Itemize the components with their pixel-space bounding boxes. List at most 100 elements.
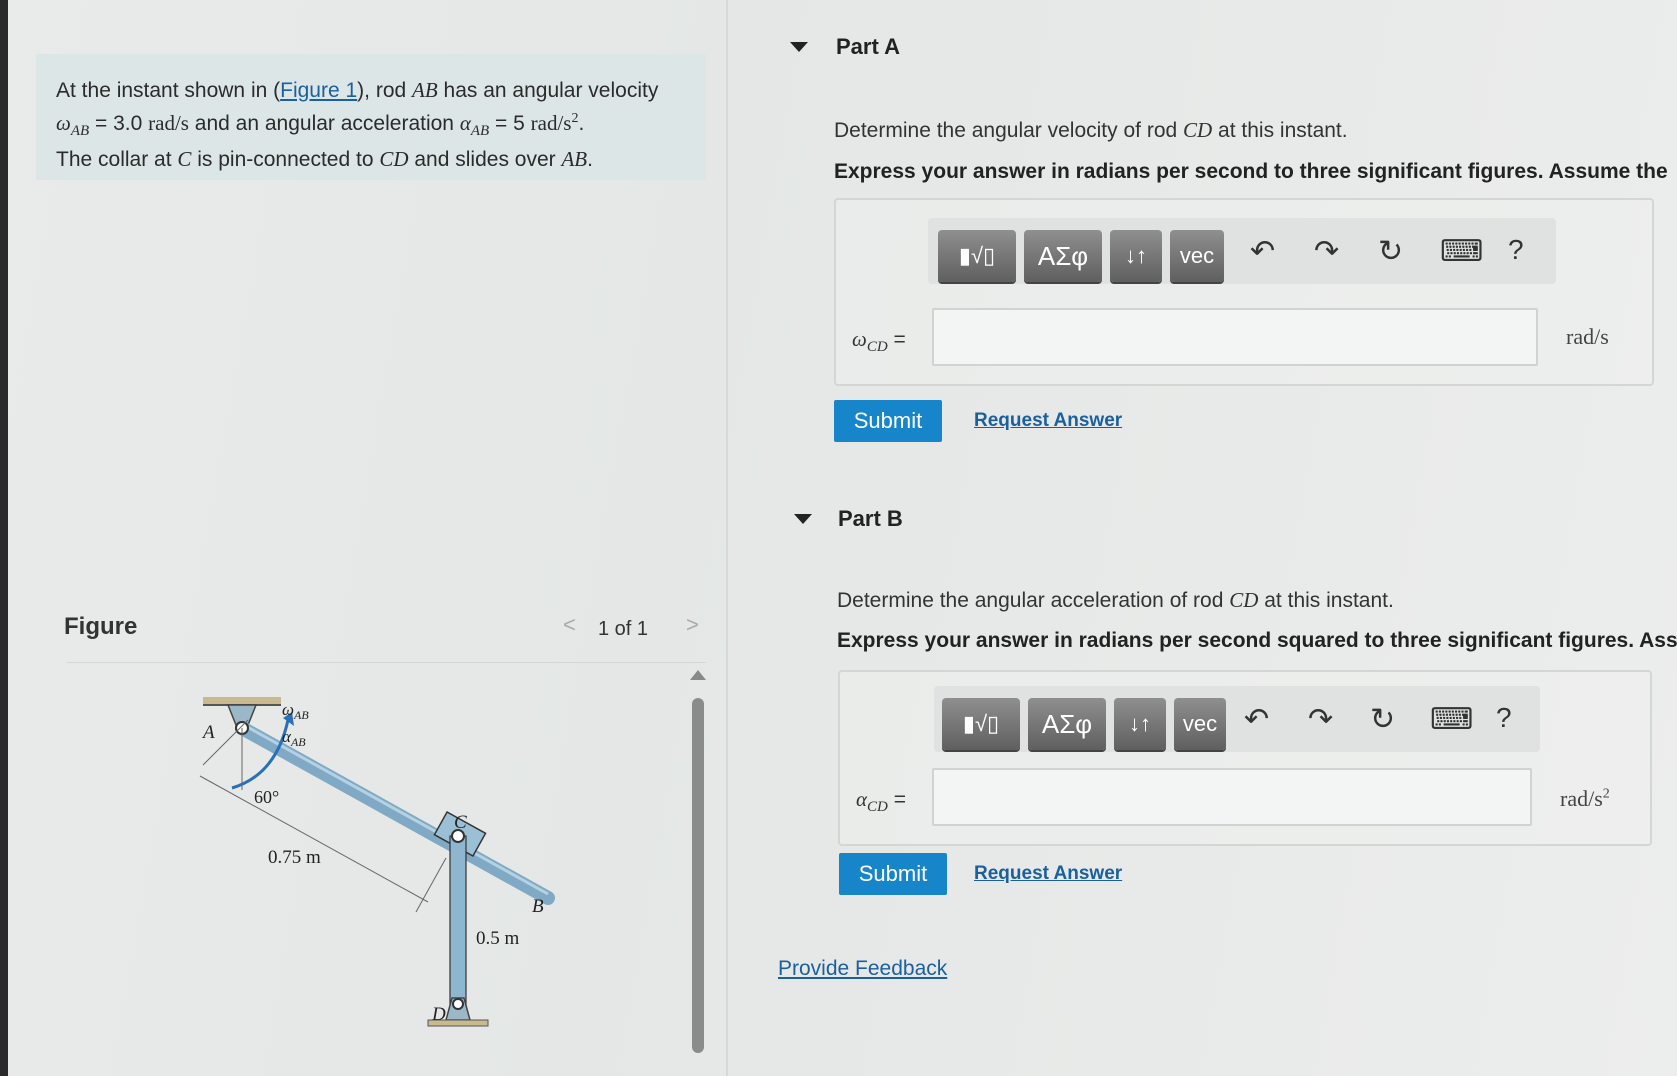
part-a-collapse-caret[interactable] bbox=[790, 42, 808, 52]
keyboard-icon[interactable]: ⌨ bbox=[1430, 702, 1473, 737]
problem-text: and an angular acceleration bbox=[188, 112, 460, 135]
help-icon[interactable]: ? bbox=[1508, 234, 1524, 266]
problem-text: At the instant shown in ( bbox=[56, 79, 281, 102]
sort-button[interactable]: ↓↑ bbox=[1114, 698, 1166, 750]
alpha-value: = 5 bbox=[489, 112, 531, 135]
undo-icon[interactable]: ↶ bbox=[1244, 702, 1269, 737]
omega-unit: rad/s bbox=[148, 111, 189, 135]
label-length-ab: 0.75 m bbox=[268, 847, 321, 868]
problem-text: is pin-connected to bbox=[191, 148, 380, 172]
equals-sign: = bbox=[887, 788, 906, 811]
part-a-answer-input[interactable] bbox=[932, 308, 1538, 366]
c-symbol: C bbox=[177, 147, 192, 172]
problem-text: ), rod bbox=[357, 79, 413, 102]
ceiling-support bbox=[203, 697, 281, 705]
reset-icon[interactable]: ↻ bbox=[1370, 702, 1395, 737]
part-a-submit-button[interactable]: Submit bbox=[834, 400, 942, 442]
part-a-instruction: Express your answer in radians per secon… bbox=[834, 160, 1668, 183]
problem-statement: At the instant shown in (Figure 1), rod … bbox=[36, 54, 706, 180]
vector-button[interactable]: vec bbox=[1170, 230, 1224, 282]
svg-text:αAB: αAB bbox=[282, 727, 306, 749]
part-b-submit-button[interactable]: Submit bbox=[839, 853, 947, 895]
figure-divider bbox=[66, 662, 706, 663]
svg-text:ωAB: ωAB bbox=[282, 700, 309, 722]
alpha-cd-subscript: CD bbox=[867, 799, 888, 816]
pane-divider bbox=[726, 0, 728, 1076]
part-b-answer-box: ▮√▯ ΑΣφ ↓↑ vec ↶ ↷ ↻ ⌨ ? αCD = rad/s2 bbox=[838, 670, 1652, 846]
part-a-question-text: at this instant. bbox=[1212, 119, 1348, 142]
label-length-cd: 0.5 m bbox=[476, 928, 520, 949]
part-b-unit-text: rad/s bbox=[1560, 786, 1603, 811]
label-omega: ω bbox=[282, 700, 294, 719]
scroll-up-arrow[interactable] bbox=[690, 670, 706, 680]
ab-symbol: AB bbox=[561, 147, 588, 172]
alpha-unit: rad/s bbox=[530, 111, 572, 135]
part-b-instruction: Express your answer in radians per secon… bbox=[837, 629, 1677, 652]
undo-icon[interactable]: ↶ bbox=[1250, 234, 1275, 269]
part-a-cd-symbol: CD bbox=[1183, 118, 1213, 142]
part-a-math-toolbar: ▮√▯ ΑΣφ ↓↑ vec ↶ ↷ ↻ ⌨ ? bbox=[928, 218, 1556, 284]
omega-cd-subscript: CD bbox=[866, 339, 888, 356]
problem-text: The collar at bbox=[56, 148, 178, 172]
part-b-unit-exponent: 2 bbox=[1602, 786, 1610, 802]
part-b-question-text: Determine the angular acceleration of ro… bbox=[837, 589, 1230, 612]
help-icon[interactable]: ? bbox=[1496, 702, 1512, 734]
label-b: B bbox=[532, 896, 544, 917]
answer-pane: Part A Determine the angular velocity of… bbox=[768, 0, 1677, 1076]
alpha-symbol: α bbox=[459, 111, 471, 135]
part-a-question: Determine the angular velocity of rod CD… bbox=[834, 118, 1348, 143]
part-a-title[interactable]: Part A bbox=[836, 34, 900, 60]
symbols-button[interactable]: ΑΣφ bbox=[1028, 698, 1106, 750]
alpha-cd-symbol: α bbox=[856, 787, 868, 811]
part-b-request-answer-link[interactable]: Request Answer bbox=[974, 863, 1122, 885]
symbols-button[interactable]: ΑΣφ bbox=[1024, 230, 1102, 282]
figure-count: 1 of 1 bbox=[598, 618, 649, 640]
figure-link[interactable]: Figure 1 bbox=[280, 79, 357, 102]
figure-next-button[interactable]: > bbox=[686, 612, 699, 638]
cd-symbol: CD bbox=[379, 147, 409, 172]
figure-prev-button[interactable]: < bbox=[563, 612, 576, 638]
omega-subscript: AB bbox=[70, 123, 90, 140]
vector-button[interactable]: vec bbox=[1174, 698, 1226, 750]
dim-line-ab bbox=[199, 775, 429, 903]
problem-text: has an angular velocity bbox=[437, 79, 659, 102]
rod-ab bbox=[235, 721, 555, 905]
part-b-cd-symbol: CD bbox=[1229, 588, 1259, 612]
part-b-answer-input[interactable] bbox=[932, 768, 1532, 826]
problem-text: . bbox=[587, 148, 593, 172]
omega-symbol: ω bbox=[56, 111, 71, 135]
templates-button[interactable]: ▮√▯ bbox=[938, 230, 1016, 282]
label-c: C bbox=[454, 812, 467, 833]
part-b-unit: rad/s2 bbox=[1560, 786, 1610, 812]
keyboard-icon[interactable]: ⌨ bbox=[1440, 234, 1483, 269]
label-omega-sub: AB bbox=[293, 708, 309, 722]
part-b-collapse-caret[interactable] bbox=[794, 514, 812, 524]
provide-feedback-link[interactable]: Provide Feedback bbox=[778, 957, 947, 981]
rod-cd bbox=[449, 835, 467, 1007]
figure-scrollbar[interactable] bbox=[692, 698, 704, 1053]
label-a: A bbox=[201, 722, 215, 743]
part-a-unit: rad/s bbox=[1566, 324, 1609, 349]
redo-icon[interactable]: ↷ bbox=[1314, 234, 1339, 269]
omega-cd-symbol: ω bbox=[852, 327, 867, 351]
part-a-request-answer-link[interactable]: Request Answer bbox=[974, 410, 1122, 432]
label-d: D bbox=[431, 1004, 446, 1025]
part-a-answer-box: ▮√▯ ΑΣφ ↓↑ vec ↶ ↷ ↻ ⌨ ? ωCD = rad/s bbox=[834, 198, 1654, 386]
problem-text: . bbox=[578, 112, 585, 135]
label-alpha-sub: AB bbox=[290, 735, 306, 749]
redo-icon[interactable]: ↷ bbox=[1308, 702, 1333, 737]
alpha-subscript: AB bbox=[470, 123, 490, 140]
equals-sign: = bbox=[887, 328, 906, 351]
part-b-question: Determine the angular acceleration of ro… bbox=[837, 588, 1394, 613]
reset-icon[interactable]: ↻ bbox=[1378, 234, 1403, 269]
label-angle: 60° bbox=[254, 787, 279, 807]
part-b-title[interactable]: Part B bbox=[838, 506, 903, 532]
problem-text: and slides over bbox=[408, 148, 562, 172]
part-b-question-text: at this instant. bbox=[1258, 589, 1394, 612]
templates-button[interactable]: ▮√▯ bbox=[942, 698, 1020, 750]
rod-ab-highlight bbox=[241, 722, 549, 896]
screen: At the instant shown in (Figure 1), rod … bbox=[8, 0, 1677, 1076]
sort-button[interactable]: ↓↑ bbox=[1110, 230, 1162, 282]
problem-pane: At the instant shown in (Figure 1), rod … bbox=[8, 0, 726, 1076]
omega-value: = 3.0 bbox=[89, 112, 149, 135]
